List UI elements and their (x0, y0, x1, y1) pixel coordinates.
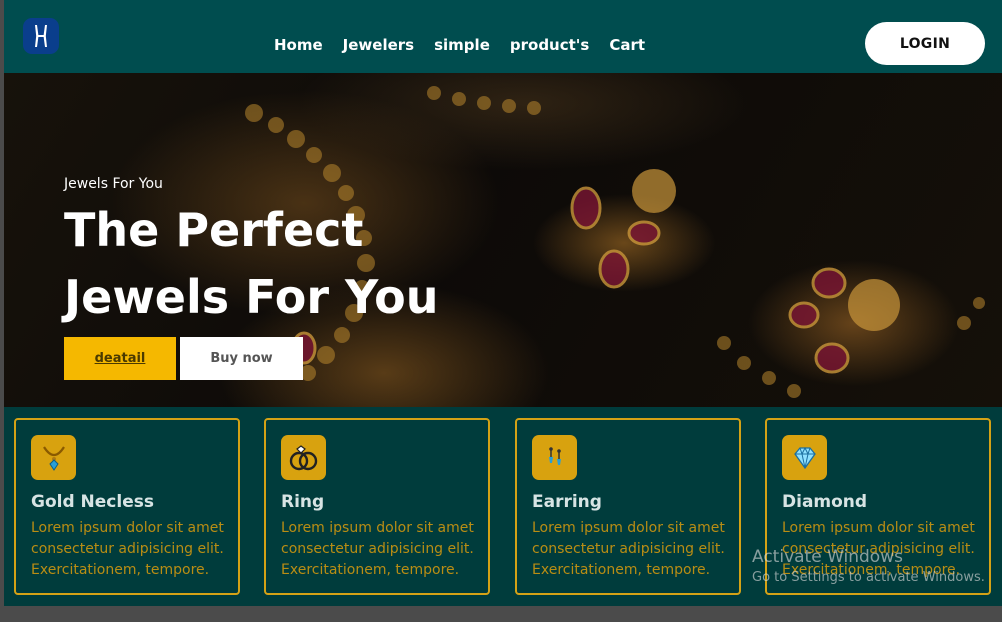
login-button[interactable]: LOGIN (865, 22, 985, 65)
card-text: Lorem ipsum dolor sit amet consectetur a… (281, 520, 474, 578)
card-ring[interactable]: Ring Lorem ipsum dolor sit amet consecte… (264, 418, 490, 595)
main-nav: Home Jewelers simple product's Cart (274, 34, 665, 56)
card-title: Earring (532, 492, 602, 512)
page: Home Jewelers simple product's Cart LOGI… (4, 0, 1002, 606)
nav-simple[interactable]: simple (434, 34, 490, 56)
nav-home[interactable]: Home (274, 34, 323, 56)
nav-products[interactable]: product's (510, 34, 589, 56)
card-title: Diamond (782, 492, 868, 512)
hero-subtitle: Jewels For You (64, 176, 163, 192)
card-gold-necklace[interactable]: Gold Necless Lorem ipsum dolor sit amet … (14, 418, 240, 595)
card-text: Lorem ipsum dolor sit amet consectetur a… (532, 520, 725, 578)
detail-button[interactable]: deatail (64, 337, 176, 380)
watermark-subtitle: Go to Settings to activate Windows. (752, 570, 985, 585)
card-title: Gold Necless (31, 492, 154, 512)
card-text: Lorem ipsum dolor sit amet consectetur a… (31, 520, 224, 578)
nav-jewelers[interactable]: Jewelers (343, 34, 414, 56)
windows-activation-watermark: Activate Windows Go to Settings to activ… (752, 546, 985, 588)
logo-icon (35, 25, 47, 47)
earring-icon (532, 435, 577, 480)
hero-title: The Perfect Jewels For You (64, 203, 439, 324)
rings-icon (281, 435, 326, 480)
buy-now-button[interactable]: Buy now (180, 337, 303, 380)
nav-cart[interactable]: Cart (609, 34, 645, 56)
brand-logo[interactable] (23, 18, 59, 54)
site-header: Home Jewelers simple product's Cart LOGI… (4, 0, 1002, 73)
card-title: Ring (281, 492, 325, 512)
card-earring[interactable]: Earring Lorem ipsum dolor sit amet conse… (515, 418, 741, 595)
necklace-icon (31, 435, 76, 480)
diamond-icon (782, 435, 827, 480)
hero-banner: Jewels For You The Perfect Jewels For Yo… (4, 73, 1002, 407)
watermark-title: Activate Windows (752, 547, 903, 567)
